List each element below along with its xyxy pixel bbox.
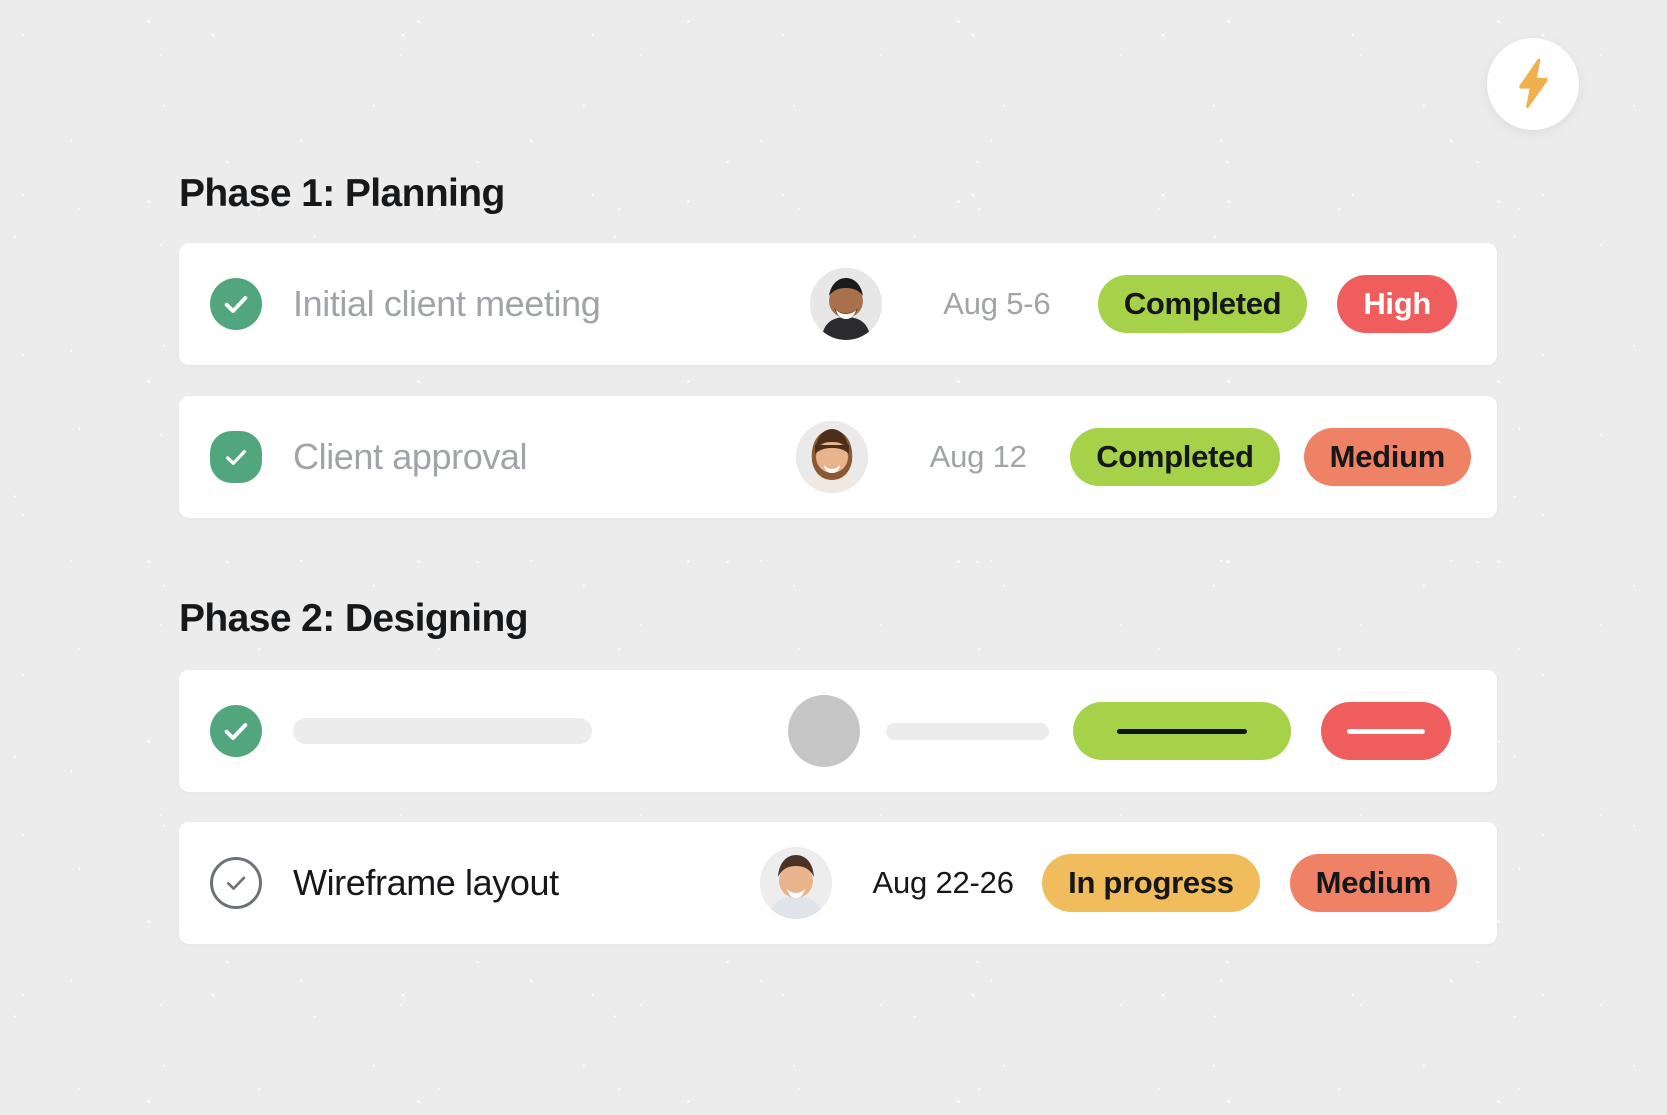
priority-badge[interactable]: Medium xyxy=(1289,854,1457,912)
task-date: Aug 5-6 xyxy=(943,286,1051,321)
task-checkbox-checked-icon[interactable] xyxy=(210,705,262,757)
status-badge[interactable]: Completed xyxy=(1097,275,1308,333)
task-title: Wireframe layout xyxy=(293,862,559,903)
avatar xyxy=(760,847,833,919)
task-title: Initial client meeting xyxy=(293,283,601,324)
task-row[interactable]: Wireframe layout Aug 22-26 In progress M… xyxy=(179,822,1497,944)
priority-badge[interactable]: Medium xyxy=(1303,428,1471,486)
lightning-bolt-icon xyxy=(1512,58,1554,110)
task-date: Aug 22-26 xyxy=(872,865,1014,900)
task-checkbox-checked-icon[interactable] xyxy=(210,278,262,330)
avatar xyxy=(796,421,869,493)
task-date-placeholder xyxy=(886,722,1049,740)
quick-action-bolt-button[interactable] xyxy=(1487,38,1579,130)
task-title: Client approval xyxy=(293,436,528,477)
phase-2-title: Phase 2: Designing xyxy=(179,597,529,640)
task-checkbox-unchecked-icon[interactable] xyxy=(210,857,262,909)
status-badge[interactable]: Completed xyxy=(1070,428,1280,486)
task-date: Aug 12 xyxy=(929,439,1027,474)
task-title-placeholder xyxy=(293,718,592,744)
status-badge-placeholder[interactable] xyxy=(1073,702,1291,760)
priority-badge-placeholder[interactable] xyxy=(1321,702,1451,760)
task-row-skeleton[interactable] xyxy=(179,670,1497,792)
priority-badge-line xyxy=(1347,728,1425,734)
task-board: Phase 1: Planning Initial client meeting… xyxy=(0,0,1667,1115)
task-checkbox-checked-icon[interactable] xyxy=(210,431,262,483)
task-row[interactable]: Client approval Aug 12 Completed Medium xyxy=(179,396,1497,518)
status-badge[interactable]: In progress xyxy=(1042,854,1260,912)
avatar-placeholder xyxy=(788,695,860,767)
avatar xyxy=(809,268,882,340)
phase-1-title: Phase 1: Planning xyxy=(179,172,505,215)
priority-badge[interactable]: High xyxy=(1337,275,1457,333)
status-badge-line xyxy=(1116,728,1248,734)
task-row[interactable]: Initial client meeting Aug 5-6 Completed… xyxy=(179,243,1497,365)
